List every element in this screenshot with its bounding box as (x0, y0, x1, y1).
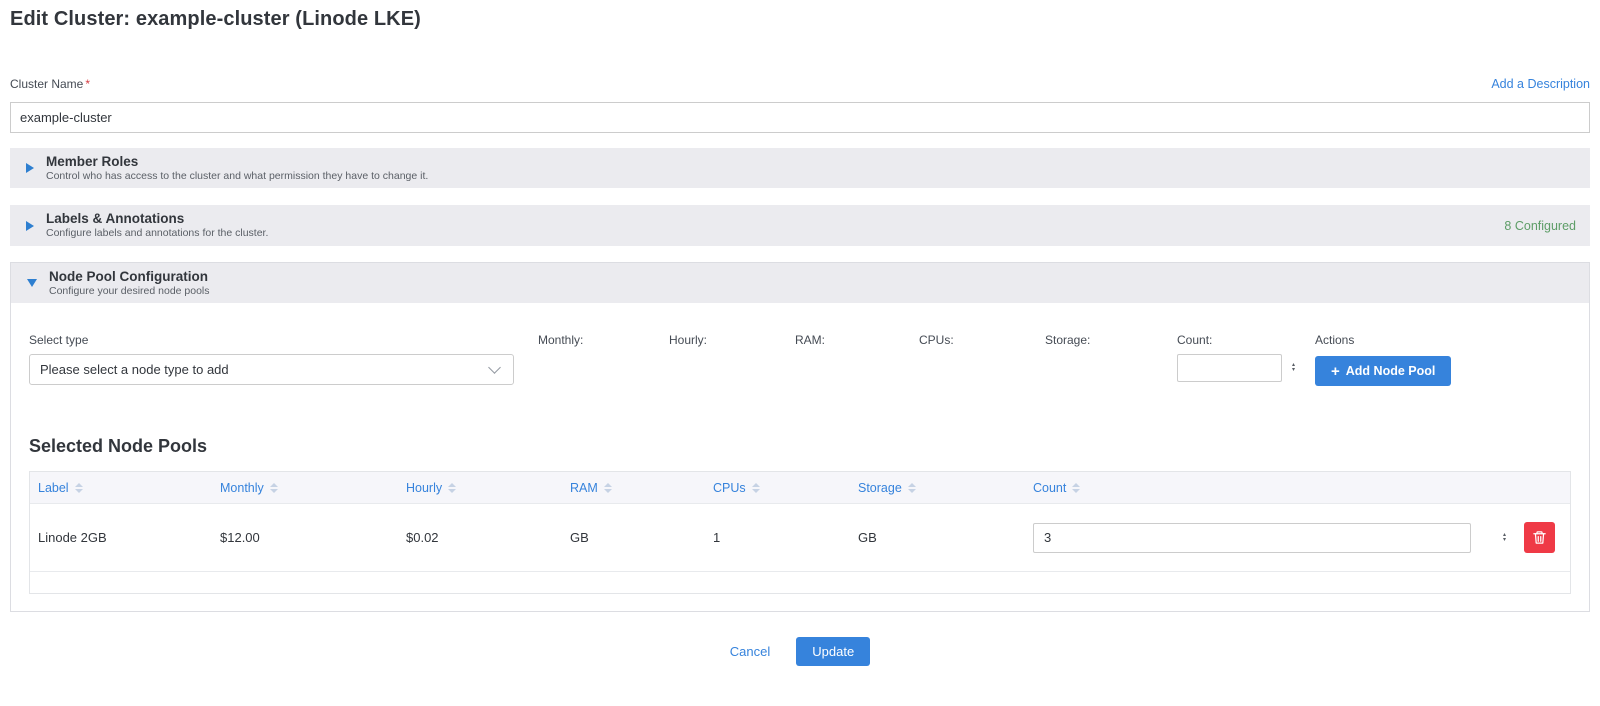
sort-icon (908, 483, 916, 493)
form-actions: Cancel Update (10, 637, 1590, 666)
selected-node-pools-heading: Selected Node Pools (29, 436, 1571, 457)
add-node-pool-form: Select type Please select a node type to… (29, 333, 1571, 386)
labels-annotations-accordion[interactable]: Labels & Annotations Configure labels an… (10, 205, 1590, 246)
stepper-arrows-icon[interactable]: ▴▾ (1503, 533, 1506, 543)
member-roles-subtitle: Control who has access to the cluster an… (46, 170, 1576, 183)
sort-icon (1072, 483, 1080, 493)
table-footer-row (30, 571, 1570, 593)
column-header-count[interactable]: Count (1025, 481, 1524, 495)
pool-ram-cell: GB (562, 530, 705, 545)
table-header-row: Label Monthly Hourly RAM (30, 472, 1570, 503)
chevron-down-icon (488, 361, 501, 374)
member-roles-accordion[interactable]: Member Roles Control who has access to t… (10, 148, 1590, 188)
add-description-link[interactable]: Add a Description (1491, 77, 1590, 91)
caret-right-icon (26, 221, 34, 231)
storage-label: Storage: (1045, 333, 1177, 347)
pool-cpus-cell: 1 (705, 530, 850, 545)
page-title: Edit Cluster: example-cluster (Linode LK… (10, 8, 1590, 31)
pool-label-cell: Linode 2GB (30, 530, 212, 545)
hourly-label: Hourly: (669, 333, 795, 347)
node-pool-configuration-accordion[interactable]: Node Pool Configuration Configure your d… (11, 263, 1589, 303)
labels-annotations-title: Labels & Annotations (46, 211, 1504, 226)
caret-down-icon (27, 279, 37, 287)
column-header-ram[interactable]: RAM (562, 481, 705, 495)
stepper-arrows-icon[interactable]: ▴▾ (1292, 363, 1295, 373)
node-type-select-value: Please select a node type to add (40, 362, 229, 377)
node-type-select[interactable]: Please select a node type to add (29, 354, 514, 385)
sort-icon (75, 483, 83, 493)
monthly-label: Monthly: (538, 333, 669, 347)
count-input[interactable] (1177, 354, 1282, 382)
cancel-button[interactable]: Cancel (730, 644, 770, 659)
count-label: Count: (1177, 333, 1301, 347)
update-button[interactable]: Update (796, 637, 870, 666)
labels-annotations-subtitle: Configure labels and annotations for the… (46, 227, 1504, 240)
plus-icon: + (1331, 364, 1340, 379)
caret-right-icon (26, 163, 34, 173)
member-roles-title: Member Roles (46, 154, 1576, 169)
pool-storage-cell: GB (850, 530, 1025, 545)
column-header-storage[interactable]: Storage (850, 481, 1025, 495)
sort-icon (448, 483, 456, 493)
column-header-cpus[interactable]: CPUs (705, 481, 850, 495)
column-header-label[interactable]: Label (30, 481, 212, 495)
cluster-name-label: Cluster Name* (10, 77, 90, 91)
select-type-label: Select type (29, 333, 514, 347)
delete-node-pool-button[interactable] (1524, 522, 1555, 553)
cpus-label: CPUs: (919, 333, 1045, 347)
pool-hourly-cell: $0.02 (398, 530, 562, 545)
column-header-monthly[interactable]: Monthly (212, 481, 398, 495)
node-pool-configuration-title: Node Pool Configuration (49, 269, 1575, 284)
sort-icon (270, 483, 278, 493)
required-asterisk: * (85, 77, 90, 91)
pool-monthly-cell: $12.00 (212, 530, 398, 545)
cluster-name-input[interactable] (10, 102, 1590, 133)
edit-cluster-page: Edit Cluster: example-cluster (Linode LK… (0, 8, 1600, 666)
ram-label: RAM: (795, 333, 919, 347)
sort-icon (604, 483, 612, 493)
configured-count-badge: 8 Configured (1504, 219, 1576, 233)
selected-node-pools-table: Label Monthly Hourly RAM (29, 471, 1571, 594)
column-header-hourly[interactable]: Hourly (398, 481, 562, 495)
sort-icon (752, 483, 760, 493)
node-pool-configuration-body: Select type Please select a node type to… (11, 303, 1589, 611)
pool-count-input[interactable] (1033, 523, 1471, 553)
add-node-pool-button[interactable]: + Add Node Pool (1315, 356, 1451, 386)
actions-label: Actions (1315, 333, 1451, 347)
node-pool-configuration-panel: Node Pool Configuration Configure your d… (10, 262, 1590, 612)
table-row: Linode 2GB $12.00 $0.02 GB 1 GB ▴▾ (30, 503, 1570, 571)
trash-icon (1532, 530, 1547, 545)
node-pool-configuration-subtitle: Configure your desired node pools (49, 285, 1575, 298)
cluster-name-label-row: Cluster Name* Add a Description (10, 77, 1590, 91)
